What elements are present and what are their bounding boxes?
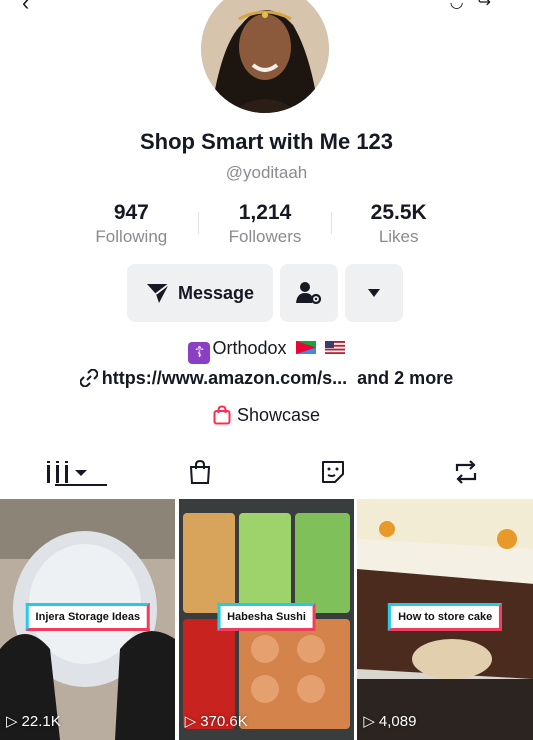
video-title: How to store cake [388, 603, 503, 631]
more-options-button[interactable] [345, 264, 403, 322]
tab-reposts[interactable] [400, 452, 533, 492]
bio-label: Orthodox [212, 338, 287, 358]
top-right-icons: ◡↪ [450, 0, 505, 12]
followers-count: 1,214 [238, 201, 292, 224]
play-icon: ▷ [184, 713, 197, 730]
stat-following[interactable]: 947 Following [65, 200, 198, 248]
friend-settings-button[interactable] [280, 264, 338, 322]
video-title: Injera Storage Ideas [25, 603, 151, 631]
stat-followers[interactable]: 1,214 Followers [199, 200, 332, 248]
video-tile[interactable]: Injera Storage Ideas ▷ 22.1K [0, 499, 176, 740]
orthodox-cross-icon: ☦ [188, 342, 211, 364]
eritrea-flag-icon [295, 341, 316, 354]
play-icon: ▷ [363, 713, 375, 730]
video-grid: Injera Storage Ideas ▷ 22.1K Habesha Sush… [0, 499, 533, 740]
link-url: https://www.amazon.com/s... [101, 368, 348, 388]
view-count: ▷ 22.1K [6, 712, 61, 731]
video-tile[interactable]: How to store cake ▷ 4,089 [357, 499, 533, 740]
video-title: Habesha Sushi [217, 603, 316, 631]
sticker-icon [322, 461, 345, 483]
send-icon [146, 283, 170, 303]
avatar-image [201, 0, 329, 113]
grid-icon [46, 461, 87, 483]
link-icon [79, 368, 99, 388]
message-label: Message [177, 282, 255, 303]
profile-actions: Message [127, 264, 403, 322]
person-settings-icon [296, 282, 322, 305]
chevron-left-icon[interactable]: ‹ [22, 0, 29, 16]
play-icon: ▷ [6, 713, 18, 730]
shopping-bag-icon [213, 405, 231, 425]
message-button[interactable]: Message [127, 264, 273, 322]
view-count: ▷ 370.6K [184, 712, 248, 731]
view-count: ▷ 4,089 [363, 712, 417, 731]
following-count: 947 [113, 201, 149, 224]
avatar[interactable] [201, 0, 329, 113]
video-tile[interactable]: Habesha Sushi ▷ 370.6K [178, 499, 355, 740]
likes-label: Likes [378, 227, 419, 246]
notification-icon[interactable]: ◡ [450, 0, 478, 11]
share-icon[interactable]: ↪ [478, 0, 505, 11]
caret-down-icon [368, 289, 380, 297]
followers-label: Followers [228, 227, 302, 246]
bag-icon [189, 459, 210, 484]
tab-stickers[interactable] [267, 452, 400, 492]
stat-likes[interactable]: 25.5K Likes [332, 200, 465, 248]
username-handle: @yoditaah [225, 163, 308, 182]
profile-tabs [0, 452, 533, 492]
profile-stats: 947 Following 1,214 Followers 25.5K Like… [65, 200, 465, 248]
showcase-label: Showcase [236, 405, 321, 425]
tab-shop[interactable] [133, 452, 266, 492]
showcase-link[interactable]: Showcase [0, 405, 533, 426]
us-flag-icon [324, 341, 345, 354]
repost-icon [456, 460, 477, 484]
following-label: Following [95, 227, 168, 246]
likes-count: 25.5K [370, 201, 427, 224]
tab-videos[interactable] [0, 452, 133, 492]
link-more[interactable]: and 2 more [357, 368, 453, 388]
display-name: Shop Smart with Me 123 [139, 129, 394, 154]
bio-link[interactable]: https://www.amazon.com/s... and 2 more [0, 368, 533, 389]
bio-text: ☦ Orthodox [0, 338, 533, 364]
